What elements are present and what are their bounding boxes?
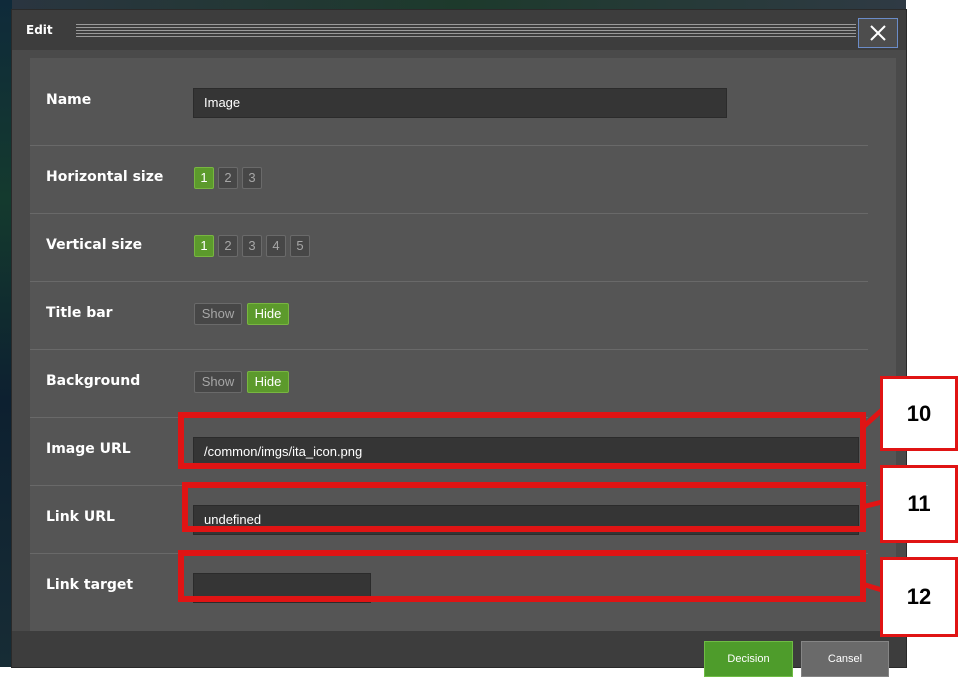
background-strip-top xyxy=(12,0,906,10)
cancel-button[interactable]: Cansel xyxy=(801,641,889,677)
background-strip-left xyxy=(0,0,12,667)
close-button[interactable] xyxy=(858,18,898,48)
horizontal-size-label: Horizontal size xyxy=(46,169,164,185)
vertical-size-label: Vertical size xyxy=(46,237,143,253)
horizontal-size-option-3[interactable]: 3 xyxy=(242,167,262,189)
dialog-title: Edit xyxy=(26,23,53,37)
annotation-callout-10: 10 xyxy=(880,376,958,451)
dialog-content: Name Image Horizontal size 1 2 3 Vertica… xyxy=(30,58,896,631)
vertical-size-option-1[interactable]: 1 xyxy=(194,235,214,257)
title-bar-show-button[interactable]: Show xyxy=(194,303,242,325)
row-vertical-size: Vertical size 1 2 3 4 5 xyxy=(30,213,868,282)
title-bar-label: Title bar xyxy=(46,305,113,321)
background-hide-button[interactable]: Hide xyxy=(247,371,289,393)
row-link-target: Link target xyxy=(30,553,868,631)
link-target-input[interactable] xyxy=(193,573,371,603)
dialog-footer: Decision Cansel xyxy=(12,631,906,677)
image-url-input[interactable]: /common/imgs/ita_icon.png xyxy=(193,437,859,467)
row-link-url: Link URL undefined xyxy=(30,485,868,554)
vertical-size-option-4[interactable]: 4 xyxy=(266,235,286,257)
background-show-button[interactable]: Show xyxy=(194,371,242,393)
link-target-label: Link target xyxy=(46,577,134,593)
titlebar-grip xyxy=(76,24,856,38)
annotation-callout-11: 11 xyxy=(880,465,958,543)
edit-dialog: Edit Name Image Horizontal size 1 2 3 Ve… xyxy=(12,10,906,677)
link-url-input[interactable]: undefined xyxy=(193,505,859,535)
dialog-titlebar[interactable]: Edit xyxy=(12,10,906,50)
title-bar-hide-button[interactable]: Hide xyxy=(247,303,289,325)
row-title-bar: Title bar Show Hide xyxy=(30,281,868,350)
name-label: Name xyxy=(46,92,92,108)
horizontal-size-option-2[interactable]: 2 xyxy=(218,167,238,189)
horizontal-size-option-1[interactable]: 1 xyxy=(194,167,214,189)
annotation-callout-12: 12 xyxy=(880,557,958,637)
row-horizontal-size: Horizontal size 1 2 3 xyxy=(30,145,868,214)
vertical-size-option-2[interactable]: 2 xyxy=(218,235,238,257)
vertical-size-option-5[interactable]: 5 xyxy=(290,235,310,257)
vertical-size-option-3[interactable]: 3 xyxy=(242,235,262,257)
background-label: Background xyxy=(46,373,141,389)
link-url-label: Link URL xyxy=(46,509,115,525)
row-name: Name Image xyxy=(30,58,868,146)
decision-button[interactable]: Decision xyxy=(704,641,793,677)
image-url-label: Image URL xyxy=(46,441,131,457)
row-background: Background Show Hide xyxy=(30,349,868,418)
close-icon xyxy=(869,24,887,42)
row-image-url: Image URL /common/imgs/ita_icon.png xyxy=(30,417,868,486)
name-input[interactable]: Image xyxy=(193,88,727,118)
